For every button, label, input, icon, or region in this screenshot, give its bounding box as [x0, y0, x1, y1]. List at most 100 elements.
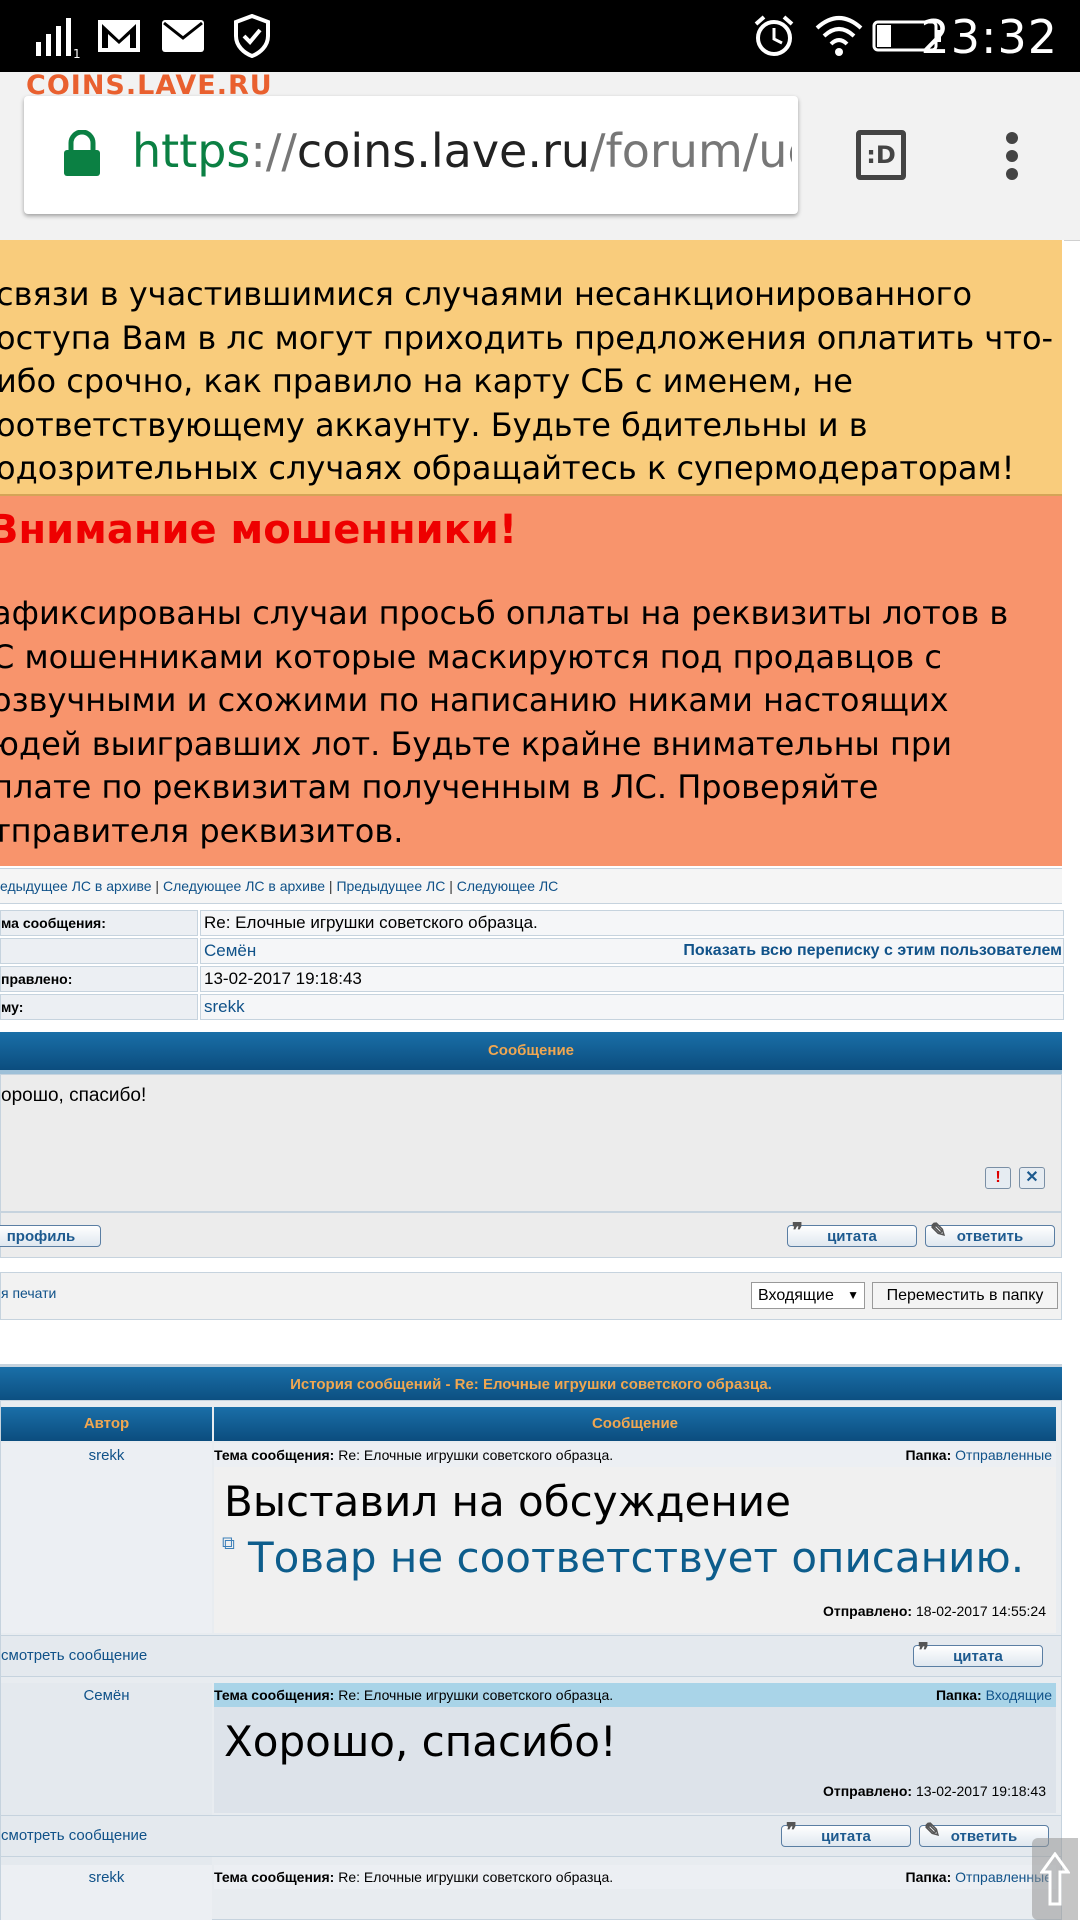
notice-fraud-text: афиксированы случаи просьб оплаты на рек…: [0, 592, 1008, 853]
notice-line: связи в участившимися случаями несанкцио…: [0, 275, 973, 313]
separator: |: [445, 878, 457, 894]
notice-line: ибо срочно, как правило на карту СБ с им…: [0, 362, 853, 400]
watermark: COINS.LAVE.RU: [26, 70, 273, 101]
menu-icon[interactable]: [998, 130, 1026, 182]
delete-icon[interactable]: ✕: [1019, 1167, 1045, 1189]
history-item-body: Хорошо, спасибо! Отправлено: 13-02-2017 …: [214, 1707, 1056, 1813]
url-text[interactable]: https://coins.lave.ru/forum/ucp.pl: [132, 124, 792, 178]
message-body: орошо, спасибо! ! ✕: [0, 1074, 1062, 1212]
folder-label: Папка:: [905, 1447, 952, 1463]
history-link[interactable]: Товар не соответствует описанию.: [248, 1533, 1024, 1582]
history-quote-button[interactable]: ❞ цитата: [913, 1641, 1043, 1667]
history-item-header: Тема сообщения: Re: Елочные игрушки сове…: [214, 1865, 1056, 1889]
folder-label: Папка:: [905, 1869, 952, 1885]
folder-controls: я печати Входящие ▼ Переместить в папку: [0, 1272, 1062, 1320]
notice-line: одозрительных случаях обращайтесь к супе…: [0, 449, 1015, 487]
move-to-folder-button[interactable]: Переместить в папку: [872, 1282, 1058, 1309]
history-sent: Отправлено: 18-02-2017 14:55:24: [823, 1603, 1046, 1619]
subject-value: Re: Елочные игрушки советского образца.: [200, 910, 1064, 936]
history-folder-link[interactable]: Отправленные: [955, 1447, 1052, 1463]
reply-icon: ✎: [924, 1820, 941, 1842]
subject-label: Тема сообщения:: [214, 1869, 335, 1885]
tabs-button[interactable]: :D: [856, 130, 906, 180]
history-author-link[interactable]: srekk: [1, 1447, 212, 1464]
quote-icon: ❞: [786, 1820, 797, 1842]
to-user-link[interactable]: srekk: [204, 997, 245, 1016]
subject-label: Тема сообщения:: [214, 1447, 335, 1463]
page-content: связи в участившимися случаями несанкцио…: [0, 240, 1064, 1920]
scroll-top-button[interactable]: [1032, 1838, 1078, 1920]
profile-button[interactable]: профиль: [0, 1225, 101, 1247]
history-author-link[interactable]: srekk: [1, 1869, 212, 1886]
history-item-body: Выставил на обсуждение ⧉ Товар не соотве…: [214, 1467, 1056, 1633]
svg-text:1: 1: [73, 47, 81, 58]
arrow-up-icon: [1040, 1852, 1070, 1906]
reply-button[interactable]: ✎ ответить: [925, 1221, 1055, 1247]
separator: |: [325, 878, 337, 894]
next-pm-link[interactable]: Следующее ЛС: [457, 878, 559, 894]
message-header-bar: Сообщение: [0, 1032, 1062, 1074]
quote-label: цитата: [827, 1228, 877, 1245]
from-cell: Семён Показать всю переписку с этим поль…: [200, 938, 1064, 964]
from-user-link[interactable]: Семён: [204, 941, 256, 960]
history-item-footer: [1, 1635, 1061, 1677]
folder-select[interactable]: Входящие ▼: [751, 1282, 865, 1309]
history-subject: Re: Елочные игрушки советского образца.: [338, 1687, 614, 1703]
quote-label: цитата: [821, 1828, 871, 1845]
history-folder-link[interactable]: Входящие: [986, 1687, 1052, 1703]
from-row: Семён Показать всю переписку с этим поль…: [0, 938, 1064, 964]
notice-fraud-title: Внимание мошенники!: [0, 507, 518, 553]
external-link-icon: ⧉: [222, 1533, 235, 1553]
reply-label: ответить: [956, 1228, 1024, 1245]
history-text: Выставил на обсуждение: [224, 1477, 791, 1526]
signal-icon: 1: [36, 18, 81, 58]
clock: 23:32: [920, 10, 1058, 64]
notice-line: озвучными и схожими по написанию никами …: [0, 681, 949, 719]
subject-label: ма сообщения:: [0, 910, 198, 936]
url-sep: ://: [250, 124, 297, 178]
shield-icon: [234, 14, 270, 58]
prev-pm-link[interactable]: Предыдущее ЛС: [336, 878, 445, 894]
history-subject: Re: Елочные игрушки советского образца.: [338, 1869, 614, 1885]
history-reply-button[interactable]: ✎ ответить: [919, 1821, 1049, 1847]
url-scheme: https: [132, 124, 251, 178]
history-subject: Re: Елочные игрушки советского образца.: [338, 1447, 614, 1463]
report-icon[interactable]: !: [985, 1167, 1011, 1189]
sent-value: 13-02-2017 19:18:43: [200, 966, 1064, 992]
folder-label: Папка:: [935, 1687, 982, 1703]
history-text: Хорошо, спасибо!: [224, 1717, 617, 1766]
to-row: му: srekk: [0, 994, 1064, 1020]
to-cell: srekk: [200, 994, 1064, 1020]
history-item-header: Тема сообщения: Re: Елочные игрушки сове…: [214, 1683, 1056, 1707]
sent-label: Отправлено:: [822, 1603, 913, 1619]
subject-label: Тема сообщения:: [214, 1687, 335, 1703]
history-author-cell: [1, 1443, 212, 1633]
history-quote-button[interactable]: ❞ цитата: [781, 1821, 911, 1847]
show-all-conversation-link[interactable]: Показать всю переписку с этим пользовате…: [683, 939, 1062, 963]
to-label: му:: [0, 994, 198, 1020]
next-archive-link[interactable]: Следующее ЛС в архиве: [163, 878, 325, 894]
notice-security: связи в участившимися случаями несанкцио…: [0, 240, 1062, 496]
prev-archive-link[interactable]: едыдущее ЛС в архиве: [0, 878, 152, 894]
notice-line: юдей выигравших лот. Будьте крайне внима…: [0, 724, 952, 763]
gmail-icon: [98, 20, 140, 52]
separator: |: [151, 878, 163, 894]
history-header: История сообщений - Re: Елочные игрушки …: [0, 1364, 1062, 1403]
sent-value: 13-02-2017 19:18:43: [916, 1783, 1046, 1799]
view-message-link[interactable]: смотреть сообщение: [1, 1827, 147, 1844]
notice-line: оступа Вам в лс могут приходить предложе…: [0, 318, 1054, 357]
history-panel: Автор Сообщение srekk Тема сообщения: Re…: [0, 1400, 1062, 1920]
address-bar[interactable]: https://coins.lave.ru/forum/ucp.pl: [24, 96, 798, 214]
quote-icon: ❞: [792, 1220, 803, 1242]
print-view-link[interactable]: я печати: [1, 1285, 56, 1301]
view-message-link[interactable]: смотреть сообщение: [1, 1647, 147, 1664]
sent-value: 18-02-2017 14:55:24: [916, 1603, 1046, 1619]
notice-security-text: связи в участившимися случаями несанкцио…: [0, 273, 1056, 491]
history-item-header: Тема сообщения: Re: Елочные игрушки сове…: [214, 1443, 1056, 1467]
pm-navigation: едыдущее ЛС в архиве | Следующее ЛС в ар…: [0, 868, 1062, 904]
sent-label: Отправлено:: [822, 1783, 913, 1799]
mail-icon: [162, 20, 204, 52]
history-author-link[interactable]: Семён: [1, 1687, 212, 1704]
col-message-header: Сообщение: [214, 1407, 1056, 1441]
quote-button[interactable]: ❞ цитата: [787, 1221, 917, 1247]
